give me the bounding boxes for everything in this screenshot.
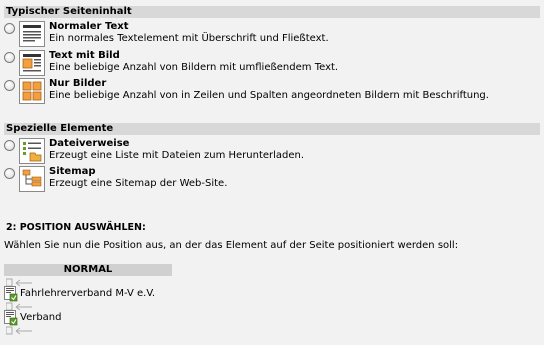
content-type-sitemap[interactable]: Sitemap Erzeugt eine Sitemap der Web-Sit…: [4, 166, 540, 194]
column-header-normal: NORMAL: [4, 264, 172, 276]
content-type-images-only[interactable]: Nur Bilder Eine beliebige Anzahl von in …: [4, 78, 540, 106]
page-element-label: Fahrlehrerverband M-V e.V.: [20, 288, 156, 299]
sitemap-icon: [19, 166, 45, 192]
item-title: Nur Bilder: [49, 78, 107, 89]
content-type-text-with-image[interactable]: Text mit Bild Eine beliebige Anzahl von …: [4, 50, 540, 78]
step-description: Wählen Sie nun die Position aus, an der …: [4, 240, 459, 251]
item-title: Dateiverweise: [49, 138, 130, 149]
item-description: Eine beliebige Anzahl von Bildern mit um…: [49, 62, 339, 73]
item-title: Sitemap: [49, 166, 96, 177]
content-type-file-links[interactable]: Dateiverweise Erzeugt eine Liste mit Dat…: [4, 138, 540, 166]
insert-position-arrow[interactable]: [5, 326, 36, 336]
step-title: 2: POSITION AUSWÄHLEN:: [6, 222, 146, 233]
section-header-special: Spezielle Elemente: [4, 123, 540, 135]
radio-images-only[interactable]: [4, 80, 15, 91]
radio-sitemap[interactable]: [4, 168, 15, 179]
text-with-image-icon: [19, 50, 45, 76]
radio-text-with-image[interactable]: [4, 52, 15, 63]
images-only-icon: [19, 78, 45, 104]
item-title: Text mit Bild: [49, 50, 120, 61]
item-description: Ein normales Textelement mit Überschrift…: [49, 33, 329, 44]
item-description: Eine beliebige Anzahl von in Zeilen und …: [49, 90, 489, 101]
page-content-icon: [4, 286, 18, 302]
item-description: Erzeugt eine Liste mit Dateien zum Herun…: [49, 150, 305, 161]
radio-normal-text[interactable]: [4, 23, 15, 34]
item-description: Erzeugt eine Sitemap der Web-Site.: [49, 178, 228, 189]
item-title: Normaler Text: [49, 21, 129, 32]
section-header-typical: Typischer Seiteninhalt: [4, 6, 540, 18]
page-content-icon: [4, 310, 18, 326]
text-icon: [19, 21, 45, 47]
insert-arrow-icon: [5, 326, 32, 335]
radio-file-links[interactable]: [4, 140, 15, 151]
file-links-icon: [19, 138, 45, 164]
page-element-label: Verband: [20, 312, 62, 323]
content-type-normal-text[interactable]: Normaler Text Ein normales Textelement m…: [4, 21, 540, 49]
